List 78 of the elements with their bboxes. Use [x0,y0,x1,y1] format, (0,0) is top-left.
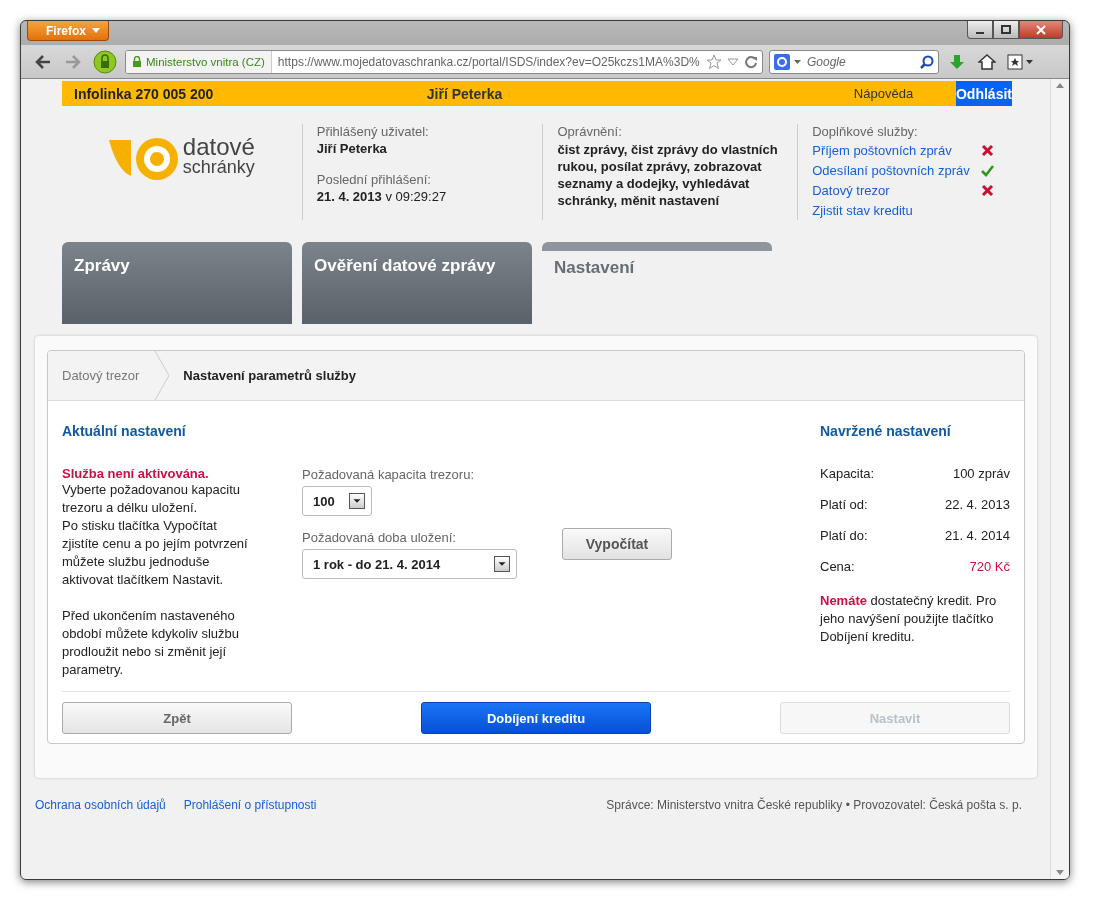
help-text: Před ukončením nastaveného období můžete kdykoliv službu prodloužit nebo si změnit její parametry. [62,607,241,679]
credit-note: Nemáte dostatečný kredit. Pro jeho navýšení použijte tlačítko Dobíjení kreditu. [820,592,998,646]
maximize-button[interactable] [993,21,1019,39]
row-label: Kapacita: [820,466,875,483]
help-text: Po stisku tlačítka Vypočítat zjistíte cenu a po jejím potvrzení můžete službu jednoduše aktivovat tlačítkem Nastavit. [62,517,249,589]
info-value: Jiří Peterka [316,141,388,156]
download-arrow-icon [949,53,965,70]
row-value: 100 zpráv [952,466,1010,483]
lock-icon [132,56,142,67]
select-field[interactable]: 1 rok - do 21. 4. 2014 [302,549,517,579]
info-label: Poslední přihlášení: [316,172,432,187]
caret-icon [794,59,801,64]
logout-button[interactable]: Odhlásit [956,81,1012,106]
cross-icon [981,184,995,198]
tab[interactable]: Ověření datové zprávy [302,242,532,324]
minimize-icon [976,31,984,34]
tab[interactable]: Zprávy [62,242,292,324]
row-value: 22. 4. 2013 [944,497,1010,514]
row-value: 21. 4. 2014 [944,528,1010,545]
scrollbar[interactable] [1050,79,1069,879]
logo-text: datové [182,136,255,159]
site-identity[interactable]: Ministerstvo vnitra (CZ) [126,50,272,73]
search-bar[interactable]: Google [769,49,939,74]
close-button[interactable] [1019,21,1063,39]
calculate-button[interactable]: Vypočítat [562,528,672,560]
user-name: Jiří Peterka [426,85,504,102]
help-text: Vyberte požadovanou kapacitu trezoru a délku uložení. [62,481,242,517]
section-heading: Navržené nastavení [820,423,952,439]
bookmarks-icon [1007,53,1035,70]
scroll-down-icon[interactable] [1056,870,1064,875]
footer-link[interactable]: Ochrana osobních údajů [35,798,166,812]
scroll-up-icon[interactable] [1056,83,1064,88]
maximize-icon [1001,24,1011,35]
row-value: 720 Kč [969,559,1010,576]
services-label: Doplňkové služby: [812,124,919,139]
footer-text: Správce: Ministerstvo vnitra České republiky • Provozovatel: Česká pošta s. p. [606,798,1022,812]
action-button[interactable]: Zpět [62,702,292,734]
service-link[interactable]: Datový trezor [812,183,890,199]
cross-icon [981,143,995,157]
caret-icon [92,28,100,33]
hotline-text: Infolinka 270 005 200 [73,85,215,102]
search-engine-icon [774,53,790,70]
warning-text: Služba není aktivována. [62,466,210,481]
reload-icon[interactable] [744,54,758,69]
service-link[interactable]: Příjem poštovních zpráv [812,142,952,158]
info-value: 21. 4. 2013 v 09:29:27 [316,189,448,204]
dropdown-icon[interactable] [726,56,740,67]
row-label: Cena: [820,559,855,576]
breadcrumb-link[interactable]: Datový trezor [48,368,154,383]
close-icon [1036,24,1046,35]
back-arrow-icon [35,54,51,69]
section-heading: Aktuální nastavení [62,423,187,439]
logo-icon [108,136,181,182]
breadcrumb-current: Nastavení parametrů služby [182,368,356,383]
home-icon [978,53,996,70]
addon-button[interactable] [91,49,119,74]
search-icon[interactable] [920,54,934,69]
action-button[interactable]: Dobíjení kreditu [421,702,651,734]
field-label: Požadovaná doba uložení: [302,530,457,545]
star-icon[interactable] [706,53,722,70]
padlock-icon [93,49,117,74]
service-link[interactable]: Odesílaní poštovních zpráv [812,162,970,178]
address-bar[interactable]: Ministerstvo vnitra (CZ) https://www.mojedatovaschranka.cz/portal/ISDS/index?ev=O25kczs1MA%3D% [125,49,763,74]
minimize-button[interactable] [967,21,993,39]
permissions-text: čist zprávy, čist zprávy do vlastních rukou, posílat zprávy, zobrazovat seznamy a dodejky, vyhledávat schránky, měnit nastavení [557,141,779,209]
info-label: Přihlášený uživatel: [316,124,430,139]
select-field[interactable]: 100 [302,486,372,516]
url-text: https://www.mojedatovaschranka.cz/portal/ISDS/index?ev=O25kczs1MA%3D% [276,54,701,69]
row-label: Platí do: [820,528,868,545]
footer-link[interactable]: Prohlášení o přístupnosti [183,798,317,812]
field-label: Požadovaná kapacita trezoru: [302,467,475,482]
service-link[interactable]: Zjistit stav kreditu [812,203,913,219]
forward-arrow-icon [65,54,81,69]
check-icon [981,163,995,177]
permissions-label: Oprávnění: [557,124,623,139]
row-label: Platí od: [820,497,868,514]
help-link[interactable]: Nápověda [853,86,956,101]
logo-text: schránky [182,158,255,176]
